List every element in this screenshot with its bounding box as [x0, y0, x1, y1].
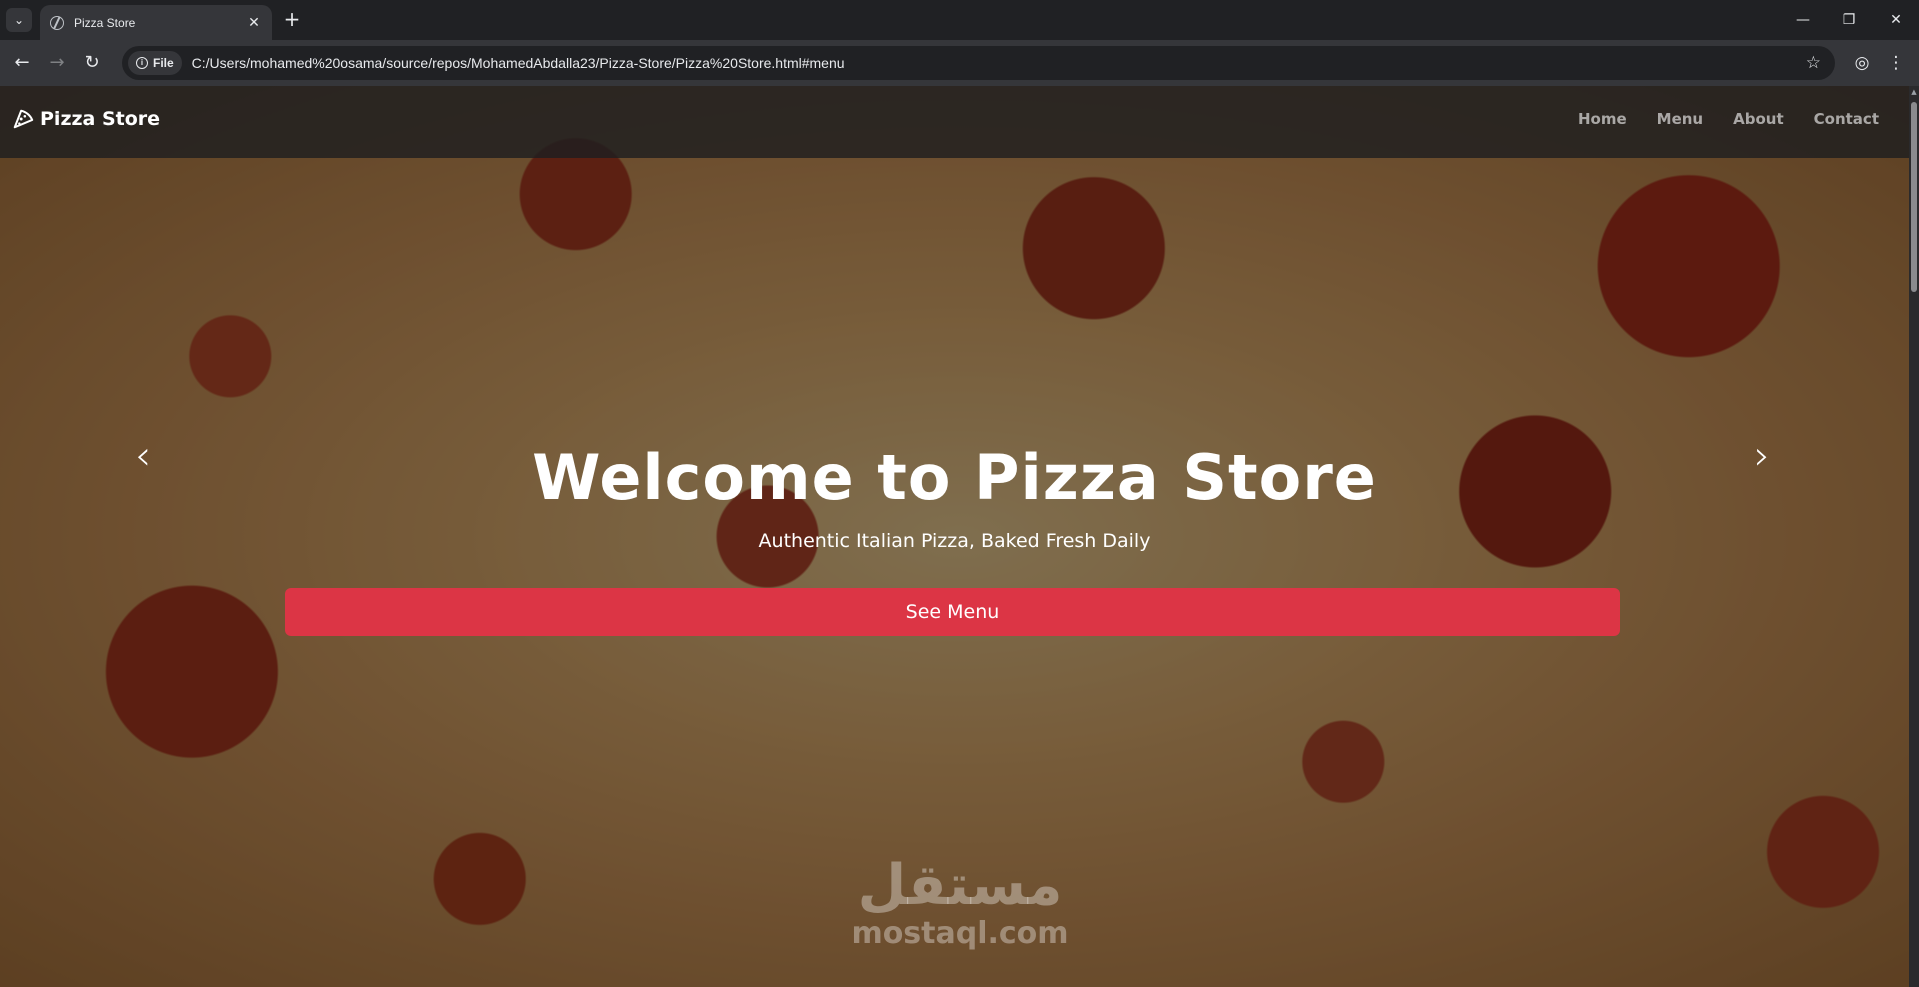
- see-menu-button[interactable]: See Menu: [285, 588, 1620, 636]
- page-scrollbar[interactable]: ▲: [1909, 86, 1919, 987]
- watermark: مستقل mostaql.com: [840, 856, 1080, 952]
- hero-subtitle: Authentic Italian Pizza, Baked Fresh Dai…: [758, 530, 1151, 552]
- page-viewport: Pizza Store Home Menu About Contact ‹ › …: [0, 86, 1919, 987]
- pizza-slice-icon: [13, 109, 34, 129]
- watermark-domain: mostaql.com: [851, 916, 1069, 951]
- tab-search-button[interactable]: ⌄: [6, 8, 32, 32]
- reload-icon: ↻: [84, 52, 100, 73]
- kebab-menu-icon[interactable]: ⋮: [1884, 51, 1908, 75]
- close-tab-icon[interactable]: ✕: [246, 15, 262, 31]
- reload-button[interactable]: ↻: [80, 51, 104, 75]
- scroll-thumb[interactable]: [1911, 102, 1917, 292]
- brand-link[interactable]: Pizza Store: [12, 108, 160, 130]
- nav-link-about[interactable]: About: [1718, 110, 1799, 128]
- site-navbar: Pizza Store Home Menu About Contact: [0, 86, 1909, 158]
- watermark-logo: مستقل: [857, 853, 1063, 918]
- arrow-right-icon: →: [49, 52, 65, 73]
- info-icon: i: [136, 57, 148, 69]
- address-bar[interactable]: i File C:/Users/mohamed%20osama/source/r…: [122, 46, 1835, 80]
- chevron-down-icon: ⌄: [13, 13, 25, 27]
- brand-name: Pizza Store: [40, 108, 161, 130]
- browser-toolbar: ← → ↻ i File C:/Users/mohamed%20osama/so…: [0, 40, 1919, 86]
- scroll-up-icon[interactable]: ▲: [1910, 88, 1918, 96]
- globe-icon: [50, 15, 64, 30]
- hero-title: Welcome to Pizza Store: [532, 441, 1377, 514]
- forward-button[interactable]: →: [45, 51, 69, 75]
- minimize-button[interactable]: —: [1780, 0, 1826, 40]
- close-window-button[interactable]: ✕: [1873, 0, 1919, 40]
- arrow-left-icon: ←: [14, 52, 30, 73]
- nav-links: Home Menu About Contact: [1563, 110, 1894, 128]
- browser-tabstrip: ⌄ Pizza Store ✕ + — ❐ ✕: [0, 0, 1919, 40]
- star-icon[interactable]: ☆: [1806, 53, 1821, 73]
- browser-tab[interactable]: Pizza Store ✕: [40, 5, 272, 40]
- account-icon[interactable]: ◎: [1850, 51, 1874, 75]
- tab-title: Pizza Store: [74, 15, 136, 30]
- nav-link-contact[interactable]: Contact: [1799, 110, 1894, 128]
- nav-link-home[interactable]: Home: [1563, 110, 1642, 128]
- site-info-label: File: [153, 56, 174, 70]
- new-tab-button[interactable]: +: [281, 8, 303, 30]
- site-info-chip[interactable]: i File: [128, 51, 182, 75]
- restore-button[interactable]: ❐: [1826, 0, 1872, 40]
- nav-link-menu[interactable]: Menu: [1642, 110, 1718, 128]
- url-text[interactable]: C:/Users/mohamed%20osama/source/repos/Mo…: [192, 55, 1806, 71]
- back-button[interactable]: ←: [10, 51, 34, 75]
